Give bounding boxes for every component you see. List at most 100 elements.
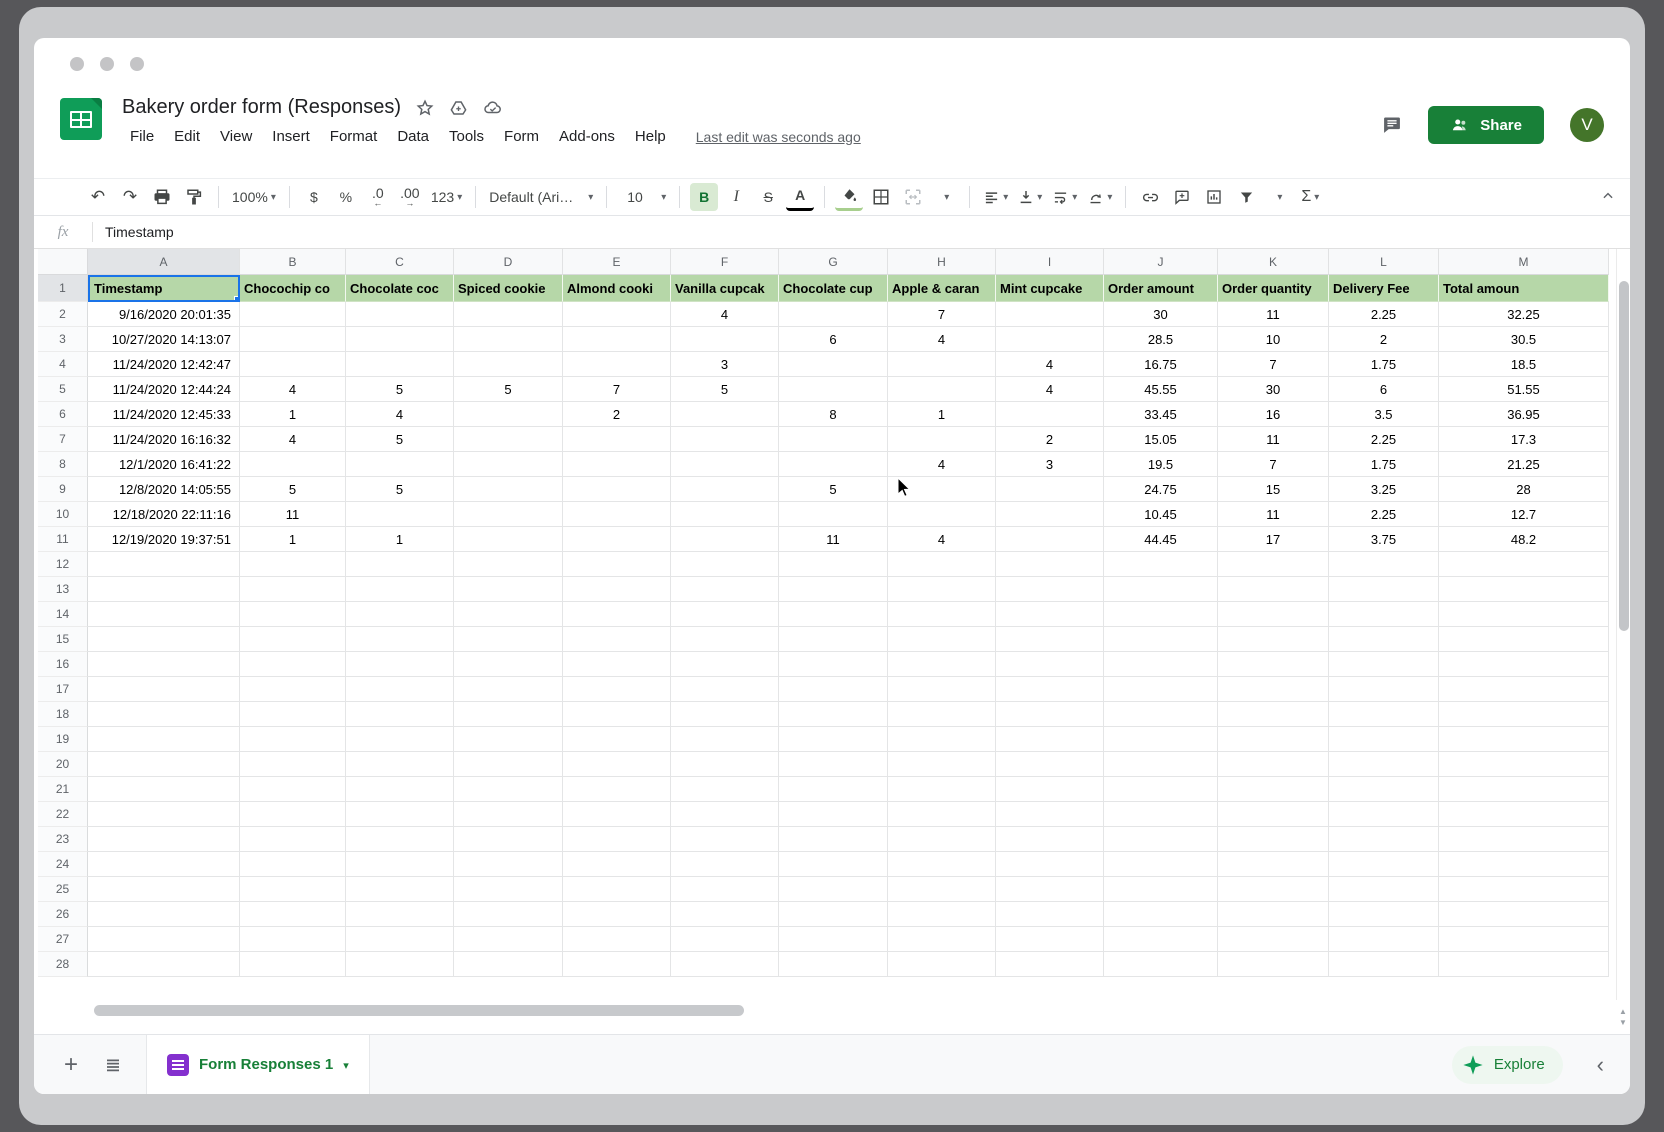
cell-M25[interactable]	[1439, 877, 1609, 902]
bold-button[interactable]: B	[690, 183, 718, 211]
cell-L4[interactable]: 1.75	[1329, 352, 1439, 377]
cell-L7[interactable]: 2.25	[1329, 427, 1439, 452]
cell-A21[interactable]	[88, 777, 240, 802]
cell-A27[interactable]	[88, 927, 240, 952]
cell-D16[interactable]	[454, 652, 563, 677]
cell-B1[interactable]: Chocochip co	[240, 275, 346, 302]
cloud-saved-icon[interactable]	[483, 98, 503, 118]
cell-B6[interactable]: 1	[240, 402, 346, 427]
cell-C9[interactable]: 5	[346, 477, 454, 502]
cell-I11[interactable]	[996, 527, 1104, 552]
cell-A6[interactable]: 11/24/2020 12:45:33	[88, 402, 240, 427]
cell-I16[interactable]	[996, 652, 1104, 677]
cell-K17[interactable]	[1218, 677, 1329, 702]
cell-J9[interactable]: 24.75	[1104, 477, 1218, 502]
cell-K16[interactable]	[1218, 652, 1329, 677]
cell-G12[interactable]	[779, 552, 888, 577]
cell-C16[interactable]	[346, 652, 454, 677]
cell-E6[interactable]: 2	[563, 402, 671, 427]
cell-J20[interactable]	[1104, 752, 1218, 777]
cell-E27[interactable]	[563, 927, 671, 952]
cell-H18[interactable]	[888, 702, 996, 727]
cell-B11[interactable]: 1	[240, 527, 346, 552]
column-header-I[interactable]: I	[996, 249, 1104, 275]
cell-H8[interactable]: 4	[888, 452, 996, 477]
zoom-select[interactable]: 100%	[229, 183, 279, 211]
cell-I8[interactable]: 3	[996, 452, 1104, 477]
cell-C4[interactable]	[346, 352, 454, 377]
row-number-1[interactable]: 1	[38, 275, 88, 302]
cell-B22[interactable]	[240, 802, 346, 827]
cell-G13[interactable]	[779, 577, 888, 602]
cell-C5[interactable]: 5	[346, 377, 454, 402]
cell-L3[interactable]: 2	[1329, 327, 1439, 352]
row-number-7[interactable]: 7	[38, 427, 88, 452]
cell-D20[interactable]	[454, 752, 563, 777]
cell-J26[interactable]	[1104, 902, 1218, 927]
cell-M12[interactable]	[1439, 552, 1609, 577]
cell-M18[interactable]	[1439, 702, 1609, 727]
row-number-26[interactable]: 26	[38, 902, 88, 927]
cell-C15[interactable]	[346, 627, 454, 652]
cell-D17[interactable]	[454, 677, 563, 702]
cell-F10[interactable]	[671, 502, 779, 527]
cell-D18[interactable]	[454, 702, 563, 727]
cell-L14[interactable]	[1329, 602, 1439, 627]
cell-A24[interactable]	[88, 852, 240, 877]
cell-F13[interactable]	[671, 577, 779, 602]
column-header-K[interactable]: K	[1218, 249, 1329, 275]
minimize-window-button[interactable]	[100, 57, 114, 71]
row-number-23[interactable]: 23	[38, 827, 88, 852]
cell-L22[interactable]	[1329, 802, 1439, 827]
cell-B12[interactable]	[240, 552, 346, 577]
cell-A20[interactable]	[88, 752, 240, 777]
cell-I22[interactable]	[996, 802, 1104, 827]
sheet-tab-form-responses[interactable]: Form Responses 1	[146, 1035, 370, 1094]
cell-J4[interactable]: 16.75	[1104, 352, 1218, 377]
cell-G16[interactable]	[779, 652, 888, 677]
row-number-15[interactable]: 15	[38, 627, 88, 652]
cell-L10[interactable]: 2.25	[1329, 502, 1439, 527]
menu-tools[interactable]: Tools	[441, 125, 492, 148]
cell-C22[interactable]	[346, 802, 454, 827]
cell-G7[interactable]	[779, 427, 888, 452]
cell-I19[interactable]	[996, 727, 1104, 752]
cell-C19[interactable]	[346, 727, 454, 752]
cell-G3[interactable]: 6	[779, 327, 888, 352]
cell-I14[interactable]	[996, 602, 1104, 627]
cell-K14[interactable]	[1218, 602, 1329, 627]
cell-G28[interactable]	[779, 952, 888, 977]
cell-G8[interactable]	[779, 452, 888, 477]
fill-color-button[interactable]	[835, 183, 863, 211]
cell-C10[interactable]	[346, 502, 454, 527]
scroll-arrow-buttons[interactable]: ▲▼	[1616, 1000, 1630, 1034]
cell-C6[interactable]: 4	[346, 402, 454, 427]
cell-E4[interactable]	[563, 352, 671, 377]
cell-G4[interactable]	[779, 352, 888, 377]
cell-H20[interactable]	[888, 752, 996, 777]
cell-G10[interactable]	[779, 502, 888, 527]
column-header-E[interactable]: E	[563, 249, 671, 275]
cell-M15[interactable]	[1439, 627, 1609, 652]
cell-J11[interactable]: 44.45	[1104, 527, 1218, 552]
account-avatar[interactable]: V	[1570, 108, 1604, 142]
cell-G20[interactable]	[779, 752, 888, 777]
cell-F4[interactable]: 3	[671, 352, 779, 377]
cell-D8[interactable]	[454, 452, 563, 477]
maximize-window-button[interactable]	[130, 57, 144, 71]
cell-H22[interactable]	[888, 802, 996, 827]
cell-K1[interactable]: Order quantity	[1218, 275, 1329, 302]
cell-I10[interactable]	[996, 502, 1104, 527]
cell-K6[interactable]: 16	[1218, 402, 1329, 427]
cell-H4[interactable]	[888, 352, 996, 377]
cell-E11[interactable]	[563, 527, 671, 552]
row-number-14[interactable]: 14	[38, 602, 88, 627]
cell-K18[interactable]	[1218, 702, 1329, 727]
cell-F11[interactable]	[671, 527, 779, 552]
cell-E1[interactable]: Almond cooki	[563, 275, 671, 302]
vertical-scrollbar-thumb[interactable]	[1619, 281, 1629, 631]
decrease-decimal-button[interactable]: .0←	[364, 183, 392, 211]
column-header-A[interactable]: A	[88, 249, 240, 275]
row-number-2[interactable]: 2	[38, 302, 88, 327]
cell-G19[interactable]	[779, 727, 888, 752]
